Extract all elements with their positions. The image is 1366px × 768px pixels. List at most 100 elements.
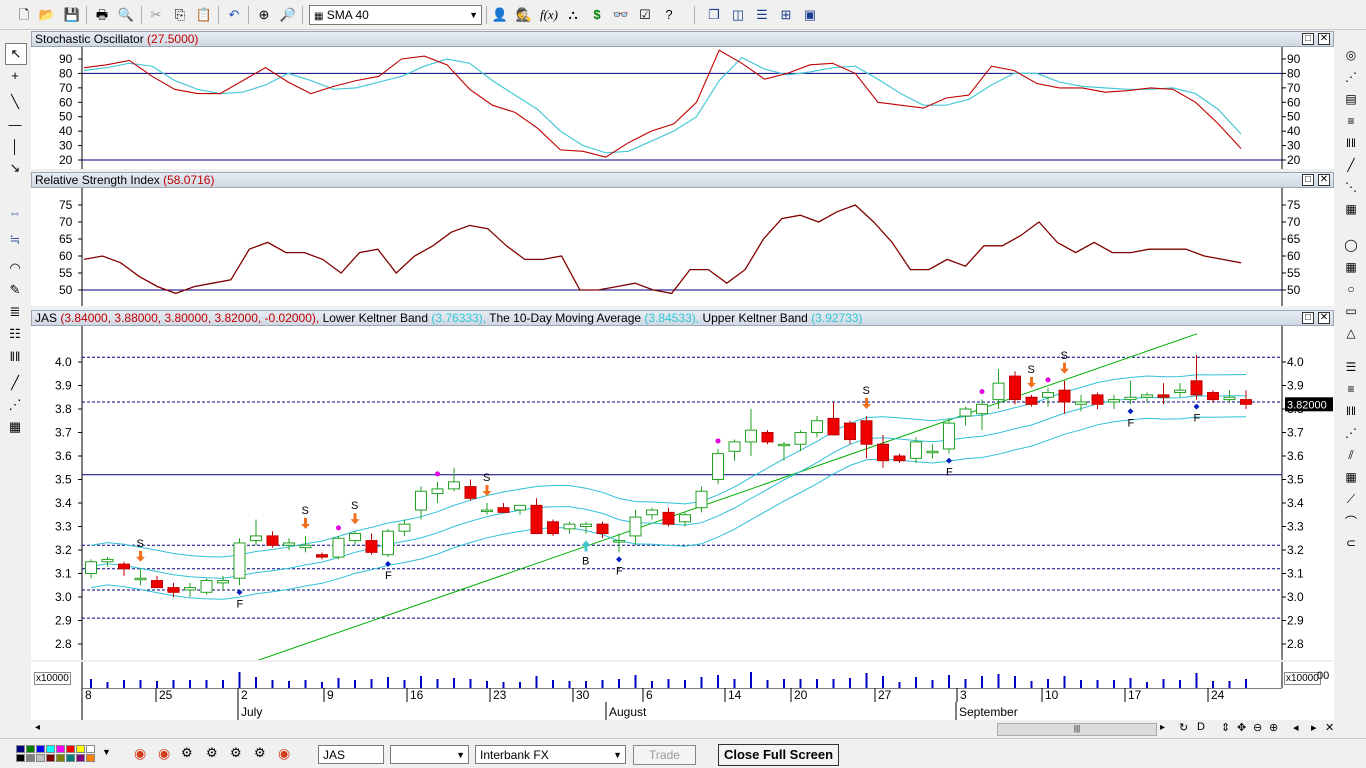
symbol-input[interactable]: JAS bbox=[318, 745, 384, 764]
regression-icon[interactable]: ≒ bbox=[5, 230, 25, 250]
help-icon[interactable]: ? bbox=[659, 4, 679, 24]
cycle-lines-icon[interactable]: ‖‖ bbox=[5, 346, 25, 366]
fan-icon[interactable]: ⋱ bbox=[1341, 177, 1361, 197]
move-icon[interactable]: ✥ bbox=[1237, 721, 1246, 734]
close-icon[interactable]: ✕ bbox=[1318, 33, 1330, 45]
pencil-tool-icon[interactable]: ✎ bbox=[5, 280, 25, 300]
trade-button[interactable]: Trade bbox=[633, 745, 696, 765]
palette-swatch[interactable] bbox=[66, 745, 75, 753]
palette-swatch[interactable] bbox=[46, 745, 55, 753]
palette-swatch[interactable] bbox=[86, 745, 95, 753]
speed-lines-icon[interactable]: ⋰ bbox=[1341, 67, 1361, 87]
print-icon[interactable]: 🖶 bbox=[92, 4, 112, 24]
palette-swatch[interactable] bbox=[26, 754, 35, 762]
grid-icon[interactable]: ▦ bbox=[1341, 199, 1361, 219]
fibonacci-icon[interactable]: ≣ bbox=[5, 302, 25, 322]
dollar-icon[interactable]: $ bbox=[587, 4, 607, 24]
gann-icon[interactable]: ▤ bbox=[1341, 89, 1361, 109]
vertical-resize-icon[interactable]: ⇕ bbox=[1221, 721, 1230, 734]
vertical-bars-icon[interactable]: ‖‖ bbox=[1341, 401, 1361, 421]
pointer-icon[interactable]: ↖ bbox=[5, 43, 27, 65]
channel-tool-icon[interactable]: ⇔ bbox=[5, 202, 25, 222]
trade-robot-icon[interactable]: ⚙ bbox=[206, 745, 218, 761]
save-icon[interactable]: 💾 bbox=[62, 4, 82, 24]
account-select[interactable]: ▼ bbox=[390, 745, 469, 764]
horizontal-line-icon[interactable]: — bbox=[5, 114, 25, 134]
palette-swatch[interactable] bbox=[76, 745, 85, 753]
palette-swatch[interactable] bbox=[36, 745, 45, 753]
period-d-icon[interactable]: D bbox=[1197, 721, 1205, 733]
close-view-icon[interactable]: ✕ bbox=[1325, 721, 1334, 734]
paste-icon[interactable]: 📋 bbox=[194, 4, 214, 24]
palette-swatch[interactable] bbox=[16, 745, 25, 753]
fan-lines-icon[interactable]: ⋰ bbox=[1341, 423, 1361, 443]
parabola-icon[interactable]: ⟋ bbox=[1341, 489, 1361, 509]
print-preview-icon[interactable]: 🔍 bbox=[116, 4, 136, 24]
cut-icon[interactable]: ✂ bbox=[146, 4, 166, 24]
maximize-icon[interactable]: □ bbox=[1302, 33, 1314, 45]
circle-icon[interactable]: ○ bbox=[1341, 279, 1361, 299]
vertical-line-icon[interactable]: │ bbox=[5, 136, 25, 156]
palette-swatch[interactable] bbox=[76, 754, 85, 762]
browser-icon[interactable]: ◉ bbox=[134, 745, 146, 762]
trend-line-icon[interactable]: ╱ bbox=[5, 373, 25, 393]
triangle-icon[interactable]: △ bbox=[1341, 323, 1361, 343]
fan-tool-icon[interactable]: ⋰ bbox=[5, 395, 25, 415]
tile-horizontal-icon[interactable]: ☰ bbox=[752, 4, 772, 24]
scroll-thumb[interactable]: ||| bbox=[997, 723, 1157, 736]
line-tool-icon[interactable]: ╲ bbox=[5, 92, 25, 112]
crosshair-tool-icon[interactable]: + bbox=[5, 65, 25, 85]
maximize-icon[interactable]: □ bbox=[1302, 312, 1314, 324]
grid-windows-icon[interactable]: ⊞ bbox=[776, 4, 796, 24]
close-icon[interactable]: ✕ bbox=[1318, 174, 1330, 186]
open-folder-icon[interactable]: 📂 bbox=[37, 4, 57, 24]
properties-icon[interactable]: ☑ bbox=[635, 4, 655, 24]
screen-icon[interactable]: ▣ bbox=[800, 4, 820, 24]
scroll-left-icon[interactable]: ◂ bbox=[35, 722, 40, 733]
ray-tool-icon[interactable]: ↘ bbox=[5, 158, 25, 178]
exchange-select[interactable]: Interbank FX ▼ bbox=[475, 745, 626, 764]
arc-icon[interactable]: ◎ bbox=[1341, 45, 1361, 65]
trader-icon[interactable]: 🕵 bbox=[514, 4, 534, 24]
andrews-icon[interactable]: ≡ bbox=[1341, 111, 1361, 131]
maximize-icon[interactable]: □ bbox=[1302, 174, 1314, 186]
trade-robot-icon[interactable]: ⚙ bbox=[230, 745, 242, 761]
arc-right-icon[interactable]: ⊂ bbox=[1341, 533, 1361, 553]
copy-icon[interactable]: ⎘ bbox=[170, 4, 190, 24]
zoom-in-icon[interactable]: ⊕ bbox=[1269, 721, 1278, 734]
palette-swatch[interactable] bbox=[56, 745, 65, 753]
palette-swatch[interactable] bbox=[36, 754, 45, 762]
channel-lines-icon[interactable]: ⫽ bbox=[1341, 445, 1361, 465]
trade-robot-icon[interactable]: ⚙ bbox=[254, 745, 266, 761]
table-icon[interactable]: ▦ bbox=[1341, 257, 1361, 277]
zoom-out-icon[interactable]: ⊖ bbox=[1253, 721, 1262, 734]
cascade-windows-icon[interactable]: ❐ bbox=[704, 4, 724, 24]
arc-tool-icon[interactable]: ◠ bbox=[5, 258, 25, 278]
undo-icon[interactable]: ↶ bbox=[224, 4, 244, 24]
rectangle-icon[interactable]: ▭ bbox=[1341, 301, 1361, 321]
browser-icon[interactable]: ◉ bbox=[158, 745, 170, 762]
next-page-icon[interactable]: ▸ bbox=[1311, 721, 1317, 734]
fib-levels-icon[interactable]: ☷ bbox=[5, 324, 25, 344]
palette-swatch[interactable] bbox=[66, 754, 75, 762]
scroll-right-icon[interactable]: ▸ bbox=[1160, 722, 1165, 733]
function-icon[interactable]: f(x) bbox=[539, 4, 559, 24]
grid-lines-icon[interactable]: ▦ bbox=[1341, 467, 1361, 487]
hide-icon[interactable]: 👤 bbox=[490, 4, 510, 24]
browser-icon[interactable]: ◉ bbox=[278, 745, 290, 762]
close-icon[interactable]: ✕ bbox=[1318, 312, 1330, 324]
levels-icon[interactable]: ☰ bbox=[1341, 357, 1361, 377]
palette-dropdown-icon[interactable]: ▼ bbox=[102, 747, 111, 757]
prev-page-icon[interactable]: ◂ bbox=[1293, 721, 1299, 734]
palette-swatch[interactable] bbox=[16, 754, 25, 762]
hierarchy-icon[interactable]: ⛬ bbox=[563, 4, 583, 24]
indicator-select[interactable]: ▦ SMA 40 ▼ bbox=[309, 5, 482, 25]
grid-tool-icon[interactable]: ▦ bbox=[5, 417, 25, 437]
palette-swatch[interactable] bbox=[56, 754, 65, 762]
period-icon[interactable]: ≡ bbox=[1341, 379, 1361, 399]
close-fullscreen-button[interactable]: Close Full Screen bbox=[718, 744, 839, 766]
line-icon[interactable]: ╱ bbox=[1341, 155, 1361, 175]
palette-swatch[interactable] bbox=[26, 745, 35, 753]
color-palette[interactable] bbox=[16, 745, 100, 763]
palette-swatch[interactable] bbox=[86, 754, 95, 762]
